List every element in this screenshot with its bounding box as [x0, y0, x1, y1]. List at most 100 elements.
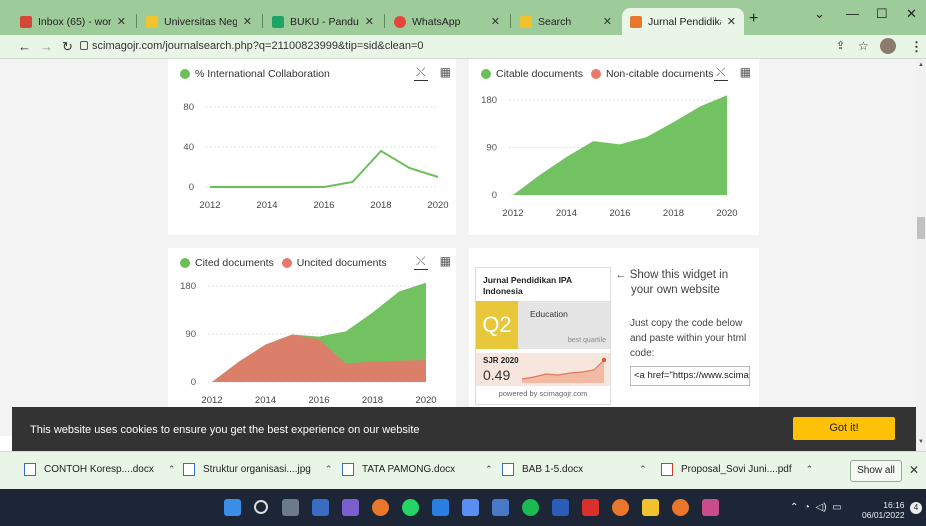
tab-whatsapp[interactable]: WhatsApp ✕ — [386, 8, 508, 35]
cited-chart-card: Cited documents Uncited documents ⤬ ▦ 18… — [168, 248, 456, 408]
tab-buku[interactable]: BUKU - Panduan PPI ✕ — [264, 8, 382, 35]
search-icon[interactable] — [254, 500, 268, 514]
x-tick-label: 2018 — [663, 208, 684, 219]
file-explorer-icon[interactable] — [642, 499, 659, 516]
chevron-up-icon[interactable]: ⌃ — [639, 464, 647, 475]
x-tick-label: 2018 — [362, 395, 383, 406]
back-icon[interactable]: ← — [18, 39, 31, 54]
bookmark-star-icon[interactable]: ☆ — [858, 39, 869, 53]
show-all-downloads-button[interactable]: Show all — [850, 460, 902, 482]
download-item[interactable]: TATA PAMONG.docx ⌃ — [342, 463, 493, 476]
scimago-widget[interactable]: Jurnal Pendidikan IPA Indonesia Q2 Educa… — [475, 267, 611, 405]
close-icon[interactable]: ✕ — [243, 15, 252, 28]
tab-title: WhatsApp — [412, 15, 461, 28]
clock[interactable]: 16:16 06/01/2022 — [862, 500, 905, 520]
app-icon[interactable] — [702, 499, 719, 516]
clock-date: 06/01/2022 — [862, 510, 905, 520]
tab-universitas[interactable]: Universitas Negeri Se ✕ — [138, 8, 260, 35]
store-icon[interactable] — [432, 499, 449, 516]
close-icon[interactable]: ✕ — [603, 15, 612, 28]
gmail-icon — [20, 15, 32, 28]
people-icon[interactable] — [492, 499, 509, 516]
sjr-sparkline — [521, 357, 607, 383]
zoom-icon[interactable] — [462, 499, 479, 516]
notification-badge[interactable]: 4 — [910, 502, 922, 514]
search-page-icon — [520, 15, 532, 28]
tab-inbox[interactable]: Inbox (65) - woro@m ✕ — [12, 8, 134, 35]
word-file-icon — [502, 463, 514, 476]
download-item[interactable]: BAB 1-5.docx ⌃ — [502, 463, 647, 476]
chrome-profile-icon[interactable] — [672, 499, 689, 516]
download-filename: TATA PAMONG.docx — [362, 464, 456, 475]
windows-start-icon[interactable] — [224, 499, 241, 516]
scimago-icon — [630, 15, 642, 28]
quartile-label: best quartile — [567, 337, 606, 344]
word-icon[interactable] — [552, 499, 569, 516]
reload-icon[interactable]: ↻ — [62, 39, 73, 55]
powered-by: powered by scimagojr.com — [498, 389, 588, 398]
x-tick-label: 2020 — [427, 200, 448, 211]
chrome-active-icon[interactable] — [612, 499, 629, 516]
tab-search-dropdown-icon[interactable]: ⌄ — [814, 6, 825, 22]
page-scrollbar[interactable]: ▲ ▼ — [916, 59, 926, 451]
y-tick-label: 80 — [183, 102, 194, 113]
download-filename: BAB 1-5.docx — [522, 464, 584, 475]
chrome-icon[interactable] — [372, 499, 389, 516]
scroll-up-icon[interactable]: ▲ — [918, 62, 924, 68]
tab-strip: Inbox (65) - woro@m ✕ Universitas Negeri… — [0, 0, 926, 35]
close-downloads-icon[interactable]: ✕ — [909, 463, 919, 477]
whatsapp-taskbar-icon[interactable] — [402, 499, 419, 516]
close-icon[interactable]: ✕ — [117, 15, 126, 28]
minimize-icon[interactable]: — — [846, 6, 859, 21]
chevron-up-icon[interactable]: ⌃ — [806, 464, 814, 475]
menu-icon[interactable]: ⋮ — [910, 39, 923, 55]
spotify-icon[interactable] — [522, 499, 539, 516]
chevron-up-icon[interactable]: ⌃ — [168, 464, 176, 475]
scrollbar-thumb[interactable] — [917, 217, 925, 239]
cookie-accept-button[interactable]: Got it! — [793, 417, 895, 440]
forward-icon[interactable]: → — [40, 39, 53, 54]
system-tray[interactable]: ⌃ ◔ ◁) ▭ — [790, 502, 842, 513]
category-panel: Education best quartile — [518, 301, 610, 349]
tab-jurnal[interactable]: Jurnal Pendidikan IPA ✕ — [622, 8, 744, 35]
address-bar[interactable]: scimagojr.com/journalsearch.php?q=211008… — [92, 40, 424, 52]
taskbar: ⌃ ◔ ◁) ▭ 16:16 06/01/2022 4 — [0, 489, 926, 526]
widget-embed-code-field[interactable]: <a href="https://www.scimag — [630, 366, 750, 386]
acrobat-icon[interactable] — [582, 499, 599, 516]
chevron-up-icon[interactable]: ⌃ — [485, 464, 493, 475]
scroll-down-icon[interactable]: ▼ — [918, 439, 924, 445]
sjr-label: SJR 2020 — [483, 356, 519, 365]
download-item[interactable]: CONTOH Koresp....docx ⌃ — [24, 463, 175, 476]
maximize-icon[interactable]: ☐ — [876, 6, 888, 22]
profile-avatar[interactable] — [880, 38, 896, 54]
download-item[interactable]: Proposal_Sovi Juni....pdf ⌃ — [661, 463, 813, 476]
widget-copy-instructions: Just copy the code below and paste withi… — [630, 318, 747, 359]
window-close-icon[interactable]: ✕ — [906, 6, 917, 22]
download-item[interactable]: Struktur organisasi....jpg ⌃ — [183, 463, 332, 476]
close-icon[interactable]: ✕ — [727, 15, 736, 28]
teams-icon[interactable] — [342, 499, 359, 516]
close-icon[interactable]: ✕ — [365, 15, 374, 28]
cited-chart-svg: 180 90 0 2012 2014 2016 2018 2020 — [180, 281, 436, 406]
widgets-icon[interactable] — [312, 499, 329, 516]
downloads-bar: CONTOH Koresp....docx ⌃ Struktur organis… — [0, 451, 926, 489]
new-tab-icon[interactable]: + — [749, 10, 758, 28]
y-tick-label: 0 — [191, 377, 196, 388]
tab-title: Inbox (65) - woro@m — [38, 15, 111, 28]
x-tick-label: 2016 — [308, 395, 329, 406]
widget-journal-title: Jurnal Pendidikan IPA Indonesia — [483, 275, 572, 296]
x-tick-label: 2014 — [256, 200, 277, 211]
x-tick-label: 2016 — [313, 200, 334, 211]
tab-search[interactable]: Search ✕ — [512, 8, 620, 35]
chevron-up-icon[interactable]: ⌃ — [325, 464, 333, 475]
whatsapp-icon — [394, 15, 406, 28]
download-filename: Struktur organisasi....jpg — [203, 464, 311, 475]
sjr-value: 0.49 — [483, 367, 511, 383]
tab-title: BUKU - Panduan PPI — [290, 15, 359, 28]
x-tick-label: 2012 — [201, 395, 222, 406]
close-icon[interactable]: ✕ — [491, 15, 500, 28]
y-tick-label: 0 — [492, 190, 497, 201]
task-view-icon[interactable] — [282, 499, 299, 516]
share-icon[interactable]: ⇪ — [836, 39, 845, 52]
drive-icon — [272, 15, 284, 28]
